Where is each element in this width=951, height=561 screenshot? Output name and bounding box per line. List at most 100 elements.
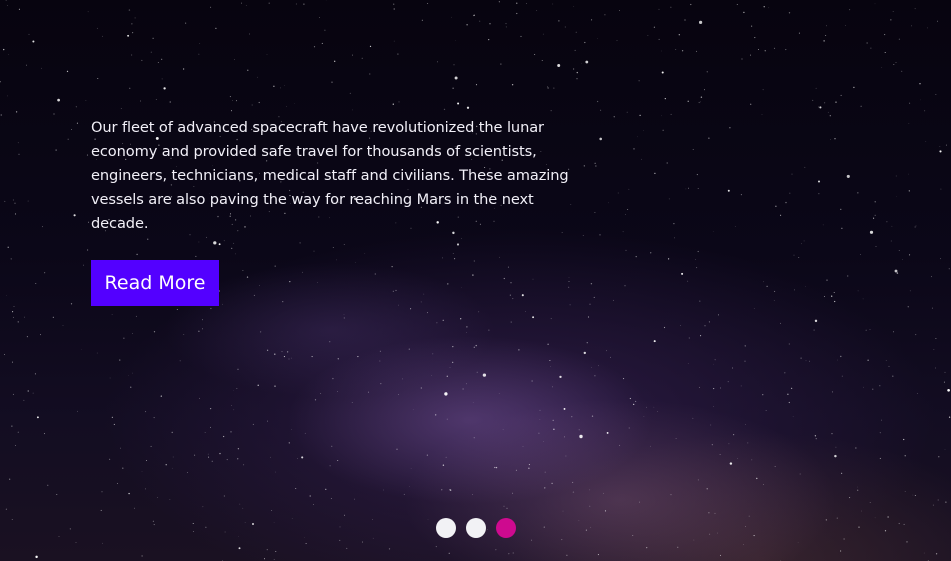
star xyxy=(853,86,855,89)
star xyxy=(210,426,211,428)
star xyxy=(613,116,615,118)
star xyxy=(564,436,565,438)
star xyxy=(421,19,423,21)
star xyxy=(869,230,874,234)
star xyxy=(383,489,384,491)
star xyxy=(7,95,8,97)
star xyxy=(349,92,351,94)
star xyxy=(578,520,580,521)
star xyxy=(831,295,833,297)
star xyxy=(34,373,36,375)
star xyxy=(898,250,900,251)
star xyxy=(935,553,938,555)
star xyxy=(884,51,886,54)
star xyxy=(449,367,451,368)
star xyxy=(242,507,244,509)
star xyxy=(587,316,590,318)
carousel-dot-1[interactable] xyxy=(436,518,456,538)
star xyxy=(281,351,283,353)
star xyxy=(779,322,781,324)
star xyxy=(597,38,598,40)
star xyxy=(904,490,906,492)
star xyxy=(673,222,675,225)
star xyxy=(522,446,524,447)
star xyxy=(664,98,666,100)
star xyxy=(902,259,903,260)
star xyxy=(398,101,400,103)
star xyxy=(857,192,859,194)
star xyxy=(101,35,103,37)
hero-content: Our fleet of advanced spacecraft have re… xyxy=(91,116,591,306)
star xyxy=(70,303,73,305)
star xyxy=(939,146,941,147)
star xyxy=(571,416,573,418)
star xyxy=(697,479,699,481)
star xyxy=(498,393,500,395)
star xyxy=(445,456,447,458)
star xyxy=(550,318,552,320)
star xyxy=(606,350,607,352)
star xyxy=(591,19,593,21)
star xyxy=(452,345,454,348)
star xyxy=(893,63,895,66)
star xyxy=(744,345,746,347)
star xyxy=(792,416,794,417)
star xyxy=(489,23,491,25)
star xyxy=(109,377,111,379)
read-more-button[interactable]: Read More xyxy=(91,260,219,306)
star xyxy=(573,6,575,7)
star xyxy=(914,226,916,228)
star xyxy=(67,138,69,140)
star xyxy=(743,11,745,14)
star xyxy=(102,542,103,544)
star xyxy=(849,9,851,11)
star xyxy=(687,100,689,102)
carousel-dot-3[interactable] xyxy=(496,518,516,538)
star xyxy=(670,113,672,115)
star xyxy=(646,406,647,408)
star xyxy=(814,435,817,437)
star xyxy=(127,34,130,37)
star xyxy=(475,344,477,347)
star xyxy=(131,23,133,25)
star xyxy=(452,361,454,363)
star xyxy=(914,8,916,10)
star xyxy=(553,87,555,89)
star xyxy=(532,316,535,319)
star xyxy=(869,502,871,503)
star xyxy=(843,538,845,540)
star xyxy=(397,53,399,55)
star xyxy=(183,334,185,335)
carousel-dot-2[interactable] xyxy=(466,518,486,538)
star xyxy=(43,433,45,435)
star xyxy=(558,20,560,22)
star xyxy=(834,138,836,140)
star xyxy=(40,67,42,69)
star xyxy=(44,272,46,274)
star xyxy=(5,508,7,510)
star xyxy=(56,494,58,496)
star xyxy=(132,372,133,374)
star xyxy=(884,530,887,532)
star xyxy=(304,537,305,538)
star xyxy=(815,438,817,440)
star xyxy=(697,187,699,190)
star xyxy=(890,19,892,21)
star xyxy=(750,103,752,105)
star xyxy=(788,343,790,345)
star xyxy=(498,1,500,3)
star xyxy=(239,503,241,505)
star xyxy=(925,140,927,142)
star xyxy=(625,214,626,215)
star xyxy=(182,68,185,70)
star xyxy=(357,356,359,358)
star xyxy=(762,89,764,91)
star xyxy=(813,329,815,331)
star xyxy=(948,268,950,270)
star xyxy=(633,403,635,406)
star xyxy=(800,357,802,359)
star xyxy=(709,533,711,535)
star xyxy=(130,386,132,388)
star xyxy=(275,551,277,552)
star xyxy=(589,489,591,491)
